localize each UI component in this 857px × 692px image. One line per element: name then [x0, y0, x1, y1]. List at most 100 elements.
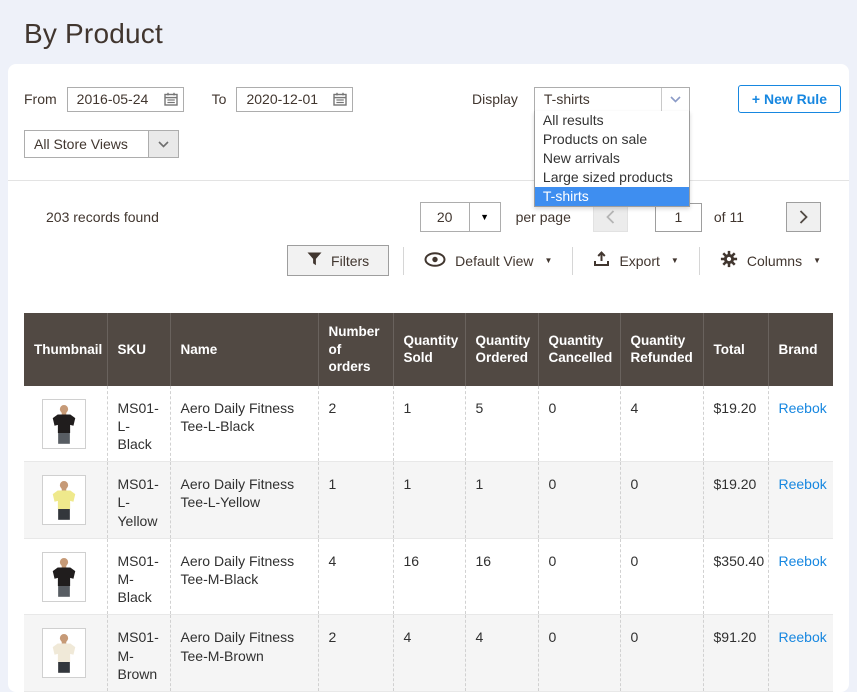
per-page-value-input[interactable]	[420, 202, 470, 232]
previous-page-button[interactable]	[593, 202, 628, 232]
col-header-name[interactable]: Name	[170, 313, 318, 386]
eye-icon	[424, 252, 446, 270]
export-action[interactable]: Export ▼	[587, 251, 684, 270]
qty-cancelled-cell: 0	[538, 615, 620, 692]
from-label: From	[24, 91, 57, 107]
chevron-down-icon	[148, 131, 178, 157]
to-date-field	[236, 87, 353, 112]
name-cell: Aero Daily Fitness Tee-L-Black	[170, 386, 318, 462]
section-divider	[8, 180, 849, 181]
filter-row: From To Display T-shirts	[24, 85, 841, 113]
brand-link[interactable]: Reebok	[779, 476, 827, 492]
chevron-down-icon	[661, 88, 689, 111]
export-icon	[593, 251, 610, 270]
orders-cell: 4	[318, 538, 393, 615]
table-row: MS01-L-Yellow Aero Daily Fitness Tee-L-Y…	[24, 462, 833, 539]
dropdown-option-large-sized-products[interactable]: Large sized products	[535, 168, 689, 187]
toolbar-separator	[699, 247, 700, 275]
sku-cell: MS01-M-Black	[107, 538, 170, 615]
dropdown-option-new-arrivals[interactable]: New arrivals	[535, 149, 689, 168]
caret-down-icon: ▼	[813, 257, 821, 265]
display-select-value: T-shirts	[535, 91, 661, 107]
qty-cancelled-cell: 0	[538, 386, 620, 462]
export-label: Export	[619, 253, 659, 269]
qty-refunded-cell: 0	[620, 538, 703, 615]
qty-refunded-cell: 0	[620, 462, 703, 539]
name-cell: Aero Daily Fitness Tee-L-Yellow	[170, 462, 318, 539]
product-thumbnail	[42, 399, 86, 449]
table-header-row: Thumbnail SKU Name Number of orders Quan…	[24, 313, 833, 386]
columns-control[interactable]: Columns ▼	[714, 250, 827, 271]
qty-refunded-cell: 0	[620, 615, 703, 692]
name-cell: Aero Daily Fitness Tee-M-Brown	[170, 615, 318, 692]
columns-label: Columns	[747, 253, 802, 269]
qty-sold-cell: 4	[393, 615, 465, 692]
store-view-value: All Store Views	[25, 136, 148, 152]
col-header-quantity-refunded[interactable]: Quantity Refunded	[620, 313, 703, 386]
pager: ▼ per page of 11	[420, 202, 821, 232]
brand-link[interactable]: Reebok	[779, 400, 827, 416]
new-rule-button[interactable]: + New Rule	[738, 85, 841, 113]
report-table: Thumbnail SKU Name Number of orders Quan…	[24, 313, 833, 692]
total-cell: $91.20	[703, 615, 768, 692]
col-header-quantity-cancelled[interactable]: Quantity Cancelled	[538, 313, 620, 386]
records-found-text: 203 records found	[46, 209, 159, 225]
orders-cell: 2	[318, 615, 393, 692]
grid-toolbar: Filters Default View ▼ Export ▼ Columns …	[24, 245, 827, 276]
to-label: To	[212, 91, 227, 107]
col-header-thumbnail[interactable]: Thumbnail	[24, 313, 107, 386]
display-select[interactable]: T-shirts	[534, 87, 690, 112]
filters-button-label: Filters	[331, 253, 369, 269]
col-header-quantity-sold[interactable]: Quantity Sold	[393, 313, 465, 386]
brand-cell: Reebok	[768, 538, 833, 615]
qty-ordered-cell: 5	[465, 386, 538, 462]
thumbnail-cell	[24, 386, 107, 462]
orders-cell: 1	[318, 462, 393, 539]
caret-down-icon: ▼	[480, 213, 489, 222]
page-title: By Product	[0, 0, 857, 64]
col-header-quantity-ordered[interactable]: Quantity Ordered	[465, 313, 538, 386]
brand-cell: Reebok	[768, 462, 833, 539]
view-switcher[interactable]: Default View ▼	[418, 252, 558, 270]
brand-cell: Reebok	[768, 386, 833, 462]
total-cell: $19.20	[703, 462, 768, 539]
brand-link[interactable]: Reebok	[779, 629, 827, 645]
total-cell: $19.20	[703, 386, 768, 462]
dropdown-option-products-on-sale[interactable]: Products on sale	[535, 130, 689, 149]
col-header-total[interactable]: Total	[703, 313, 768, 386]
qty-sold-cell: 1	[393, 386, 465, 462]
per-page-label: per page	[516, 209, 571, 225]
col-header-sku[interactable]: SKU	[107, 313, 170, 386]
product-thumbnail	[42, 475, 86, 525]
dropdown-option-all-results[interactable]: All results	[535, 111, 689, 130]
qty-ordered-cell: 4	[465, 615, 538, 692]
table-row: MS01-L-Black Aero Daily Fitness Tee-L-Bl…	[24, 386, 833, 462]
brand-link[interactable]: Reebok	[779, 553, 827, 569]
dropdown-option-t-shirts[interactable]: T-shirts	[535, 187, 689, 206]
qty-sold-cell: 1	[393, 462, 465, 539]
records-row: 203 records found ▼ per page of 11	[24, 202, 841, 232]
col-header-brand[interactable]: Brand	[768, 313, 833, 386]
calendar-icon[interactable]	[333, 92, 347, 111]
product-thumbnail	[42, 628, 86, 678]
qty-refunded-cell: 4	[620, 386, 703, 462]
qty-sold-cell: 16	[393, 538, 465, 615]
thumbnail-cell	[24, 462, 107, 539]
next-page-button[interactable]	[786, 202, 821, 232]
qty-ordered-cell: 16	[465, 538, 538, 615]
sku-cell: MS01-M-Brown	[107, 615, 170, 692]
per-page-dropdown-button[interactable]: ▼	[470, 202, 501, 232]
calendar-icon[interactable]	[164, 92, 178, 111]
toolbar-separator	[572, 247, 573, 275]
name-cell: Aero Daily Fitness Tee-M-Black	[170, 538, 318, 615]
brand-cell: Reebok	[768, 615, 833, 692]
sku-cell: MS01-L-Yellow	[107, 462, 170, 539]
orders-cell: 2	[318, 386, 393, 462]
filter-funnel-icon	[307, 252, 322, 269]
current-page-input[interactable]	[655, 203, 702, 232]
col-header-number-of-orders[interactable]: Number of orders	[318, 313, 393, 386]
display-label: Display	[472, 91, 518, 107]
filters-button[interactable]: Filters	[287, 245, 389, 276]
store-view-select[interactable]: All Store Views	[24, 130, 179, 158]
report-panel: From To Display T-shirts	[8, 64, 849, 692]
